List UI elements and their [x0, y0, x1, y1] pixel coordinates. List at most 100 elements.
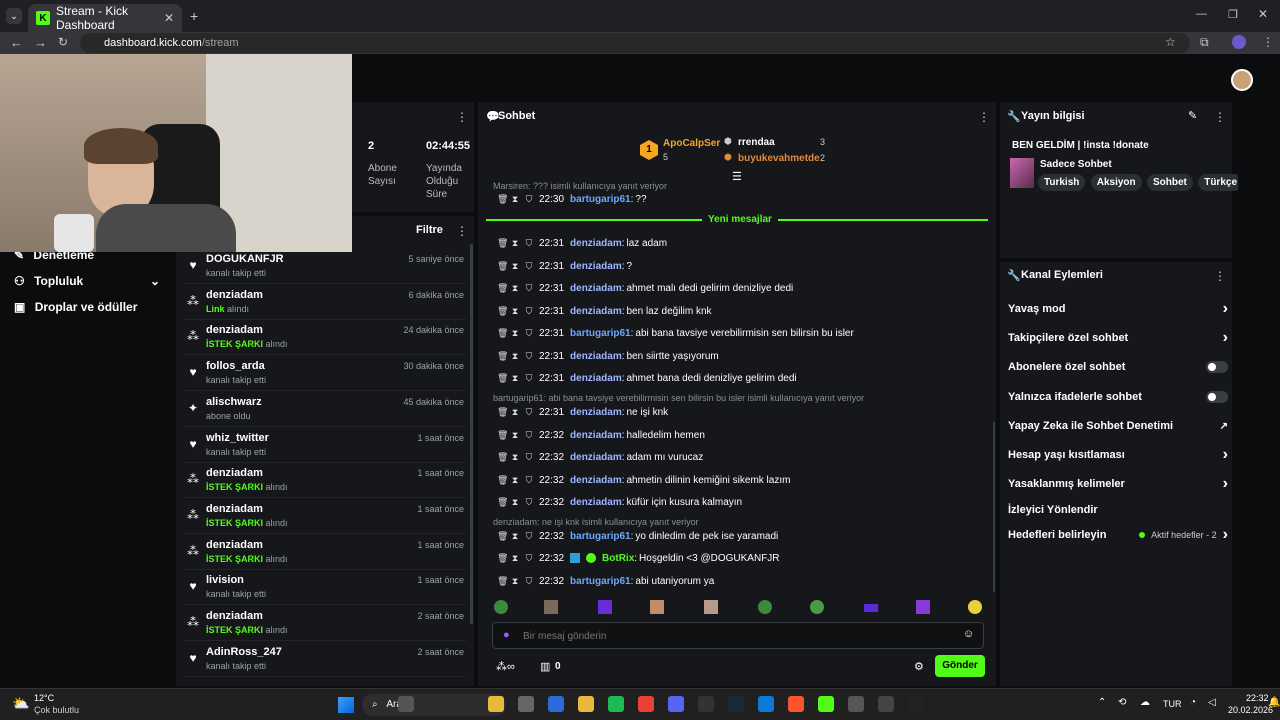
activity-item[interactable]: ✦ alischwarz abone oldu 45 dakika önce	[184, 392, 466, 427]
brave-icon[interactable]	[788, 696, 804, 712]
activity-username[interactable]: denziadam	[206, 503, 263, 515]
activity-scrollbar[interactable]	[470, 244, 473, 624]
new-tab-icon[interactable]: +	[190, 8, 198, 24]
chat-message[interactable]: 🗑 ⧗ ⛉ 22:31 denziadam: ben siirtte yaşıyorum	[497, 347, 719, 365]
timeout-icon[interactable]: ⧗	[511, 261, 519, 272]
delete-icon[interactable]: 🗑	[497, 430, 508, 441]
activity-item[interactable]: ⁂ denziadam İSTEK ŞARKI alındı 1 saat önce	[184, 499, 466, 534]
timeout-icon[interactable]: ⧗	[511, 531, 519, 542]
delete-icon[interactable]: 🗑	[497, 373, 508, 384]
activity-username[interactable]: denziadam	[206, 539, 263, 551]
timeout-icon[interactable]: ⧗	[511, 283, 519, 294]
url-field[interactable]: dashboard.kick.com/stream	[80, 33, 1190, 53]
message-username[interactable]: denziadam	[570, 373, 622, 384]
channel-action-row[interactable]: Yavaş mod ›	[1008, 299, 1228, 319]
chrome-icon[interactable]	[638, 696, 654, 712]
profile-avatar[interactable]	[1232, 35, 1246, 49]
message-username[interactable]: denziadam	[570, 261, 622, 272]
channel-action-row[interactable]: Yasaklanmış kelimeler ›	[1008, 474, 1228, 494]
chat-message[interactable]: 🗑 ⧗ ⛉ 22:31 denziadam: ahmet malı dedi geliri…	[497, 279, 793, 297]
activity-item[interactable]: ⁂ denziadam İSTEK ŞARKI alındı 1 saat önce	[184, 463, 466, 499]
tray-network-icon[interactable]: ☁	[1140, 697, 1150, 708]
emote-face-icon[interactable]	[544, 600, 558, 614]
chat-message[interactable]: 🗑 ⧗ ⛉ 22:31 denziadam: ben laz değilim knk	[497, 302, 712, 320]
delete-icon[interactable]: 🗑	[497, 475, 508, 486]
activity-username[interactable]: DOGUKANFJR	[206, 253, 284, 265]
maximize-icon[interactable]: ❐	[1228, 8, 1238, 21]
leader-third-name[interactable]: buyukevahmetde	[738, 153, 820, 164]
timeout-icon[interactable]: ⧗	[511, 351, 519, 362]
tray-chevron-icon[interactable]: ⌃	[1098, 697, 1106, 708]
clock-date[interactable]: 20.02.2026	[1228, 705, 1273, 715]
ban-icon[interactable]: ⛉	[525, 328, 533, 339]
ban-icon[interactable]: ⛉	[525, 430, 533, 441]
wifi-icon[interactable]: ◔	[1190, 697, 1196, 708]
message-username[interactable]: BotRix	[602, 553, 634, 564]
chat-message[interactable]: 🗑 ⧗ ⛉ 22:32 bartugarip61: yo dinledim de pek …	[497, 527, 778, 545]
activity-item[interactable]: ♥ livision kanalı takip etti 1 saat önce	[184, 570, 466, 606]
channel-action-row[interactable]: Hedefleri belirleyin Aktif hedefler - 2 ›	[1008, 525, 1228, 545]
ban-icon[interactable]: ⛉	[525, 306, 533, 317]
activity-item[interactable]: ♥ whiz_twitter kanalı takip etti 1 saat önc…	[184, 428, 466, 463]
emote-pepe-icon[interactable]	[758, 600, 772, 614]
ban-icon[interactable]: ⛉	[525, 553, 533, 564]
ban-icon[interactable]: ⛉	[525, 194, 533, 205]
photos-icon[interactable]	[548, 696, 564, 712]
activity-item[interactable]: ⁂ denziadam İSTEK ŞARKI alındı 1 saat önce	[184, 535, 466, 570]
leader-second-name[interactable]: rrendaa	[738, 137, 775, 148]
delete-icon[interactable]: 🗑	[497, 194, 508, 205]
terminal-icon[interactable]	[908, 696, 924, 712]
ban-icon[interactable]: ⛉	[525, 261, 533, 272]
store-icon[interactable]: ▥	[540, 660, 550, 673]
delete-icon[interactable]: 🗑	[497, 497, 508, 508]
expand-leaderboard-icon[interactable]: ☰	[732, 170, 742, 183]
timeout-icon[interactable]: ⧗	[511, 497, 519, 508]
message-username[interactable]: bartugarip61	[570, 576, 631, 587]
emote-bow-icon[interactable]	[916, 600, 930, 614]
activity-menu-icon[interactable]: ⋮	[456, 224, 468, 238]
timeout-icon[interactable]: ⧗	[511, 373, 519, 384]
activity-username[interactable]: AdinRoss_247	[206, 646, 282, 658]
activity-username[interactable]: follos_arda	[206, 360, 265, 372]
category-name[interactable]: Sadece Sohbet	[1040, 159, 1112, 170]
ban-icon[interactable]: ⛉	[525, 475, 533, 486]
channel-action-row[interactable]: Yalnızca ifadelerle sohbet	[1008, 387, 1228, 407]
ban-icon[interactable]: ⛉	[525, 497, 533, 508]
folder-icon[interactable]	[578, 696, 594, 712]
ban-icon[interactable]: ⛉	[525, 531, 533, 542]
message-username[interactable]: denziadam	[570, 351, 622, 362]
chat-message-input[interactable]	[523, 628, 943, 644]
ban-icon[interactable]: ⛉	[525, 452, 533, 463]
obs-icon[interactable]	[698, 696, 714, 712]
delete-icon[interactable]: 🗑	[497, 531, 508, 542]
emote-yellow-icon[interactable]	[968, 600, 982, 614]
message-username[interactable]: denziadam	[570, 407, 622, 418]
channel-action-row[interactable]: Hesap yaşı kısıtlaması ›	[1008, 445, 1228, 465]
chat-settings-gear-icon[interactable]: ⚙	[914, 660, 924, 673]
task-view-icon[interactable]	[398, 696, 414, 712]
channel-action-row[interactable]: Yapay Zeka ile Sohbet Denetimi ↗	[1008, 416, 1228, 436]
sidebar-item-drops[interactable]: ▣ Droplar ve ödüller	[14, 300, 137, 314]
browser-tab[interactable]: K Stream - Kick Dashboard ✕	[28, 4, 182, 32]
reload-icon[interactable]: ↻	[58, 35, 68, 49]
chat-message[interactable]: 🗑 ⧗ ⛉ 22:32 denziadam: küfür için kusura kalm…	[497, 493, 742, 511]
delete-icon[interactable]: 🗑	[497, 351, 508, 362]
activity-username[interactable]: denziadam	[206, 324, 263, 336]
timeout-icon[interactable]: ⧗	[511, 407, 519, 418]
bookmark-star-icon[interactable]: ☆	[1165, 35, 1176, 49]
tray-sync-icon[interactable]: ⟲	[1118, 697, 1126, 708]
delete-icon[interactable]: 🗑	[497, 328, 508, 339]
message-username[interactable]: denziadam	[570, 430, 622, 441]
chat-scrollbar[interactable]	[993, 422, 995, 592]
chat-menu-icon[interactable]: ⋮	[978, 110, 990, 124]
ban-icon[interactable]: ⛉	[525, 238, 533, 249]
emote-pepe-icon[interactable]	[494, 600, 508, 614]
extensions-icon[interactable]: ⧉	[1200, 35, 1209, 50]
message-username[interactable]: bartugarip61	[570, 531, 631, 542]
delete-icon[interactable]: 🗑	[497, 576, 508, 587]
chat-input-box[interactable]: ● ☺	[492, 622, 984, 649]
microphone-icon[interactable]: ●	[503, 629, 510, 641]
activity-item[interactable]: ⁂ denziadam İSTEK ŞARKI alındı 2 saat önce	[184, 606, 466, 641]
channel-actions-menu-icon[interactable]: ⋮	[1214, 269, 1226, 283]
leader-first-name[interactable]: ApoCalpSer	[663, 138, 720, 149]
